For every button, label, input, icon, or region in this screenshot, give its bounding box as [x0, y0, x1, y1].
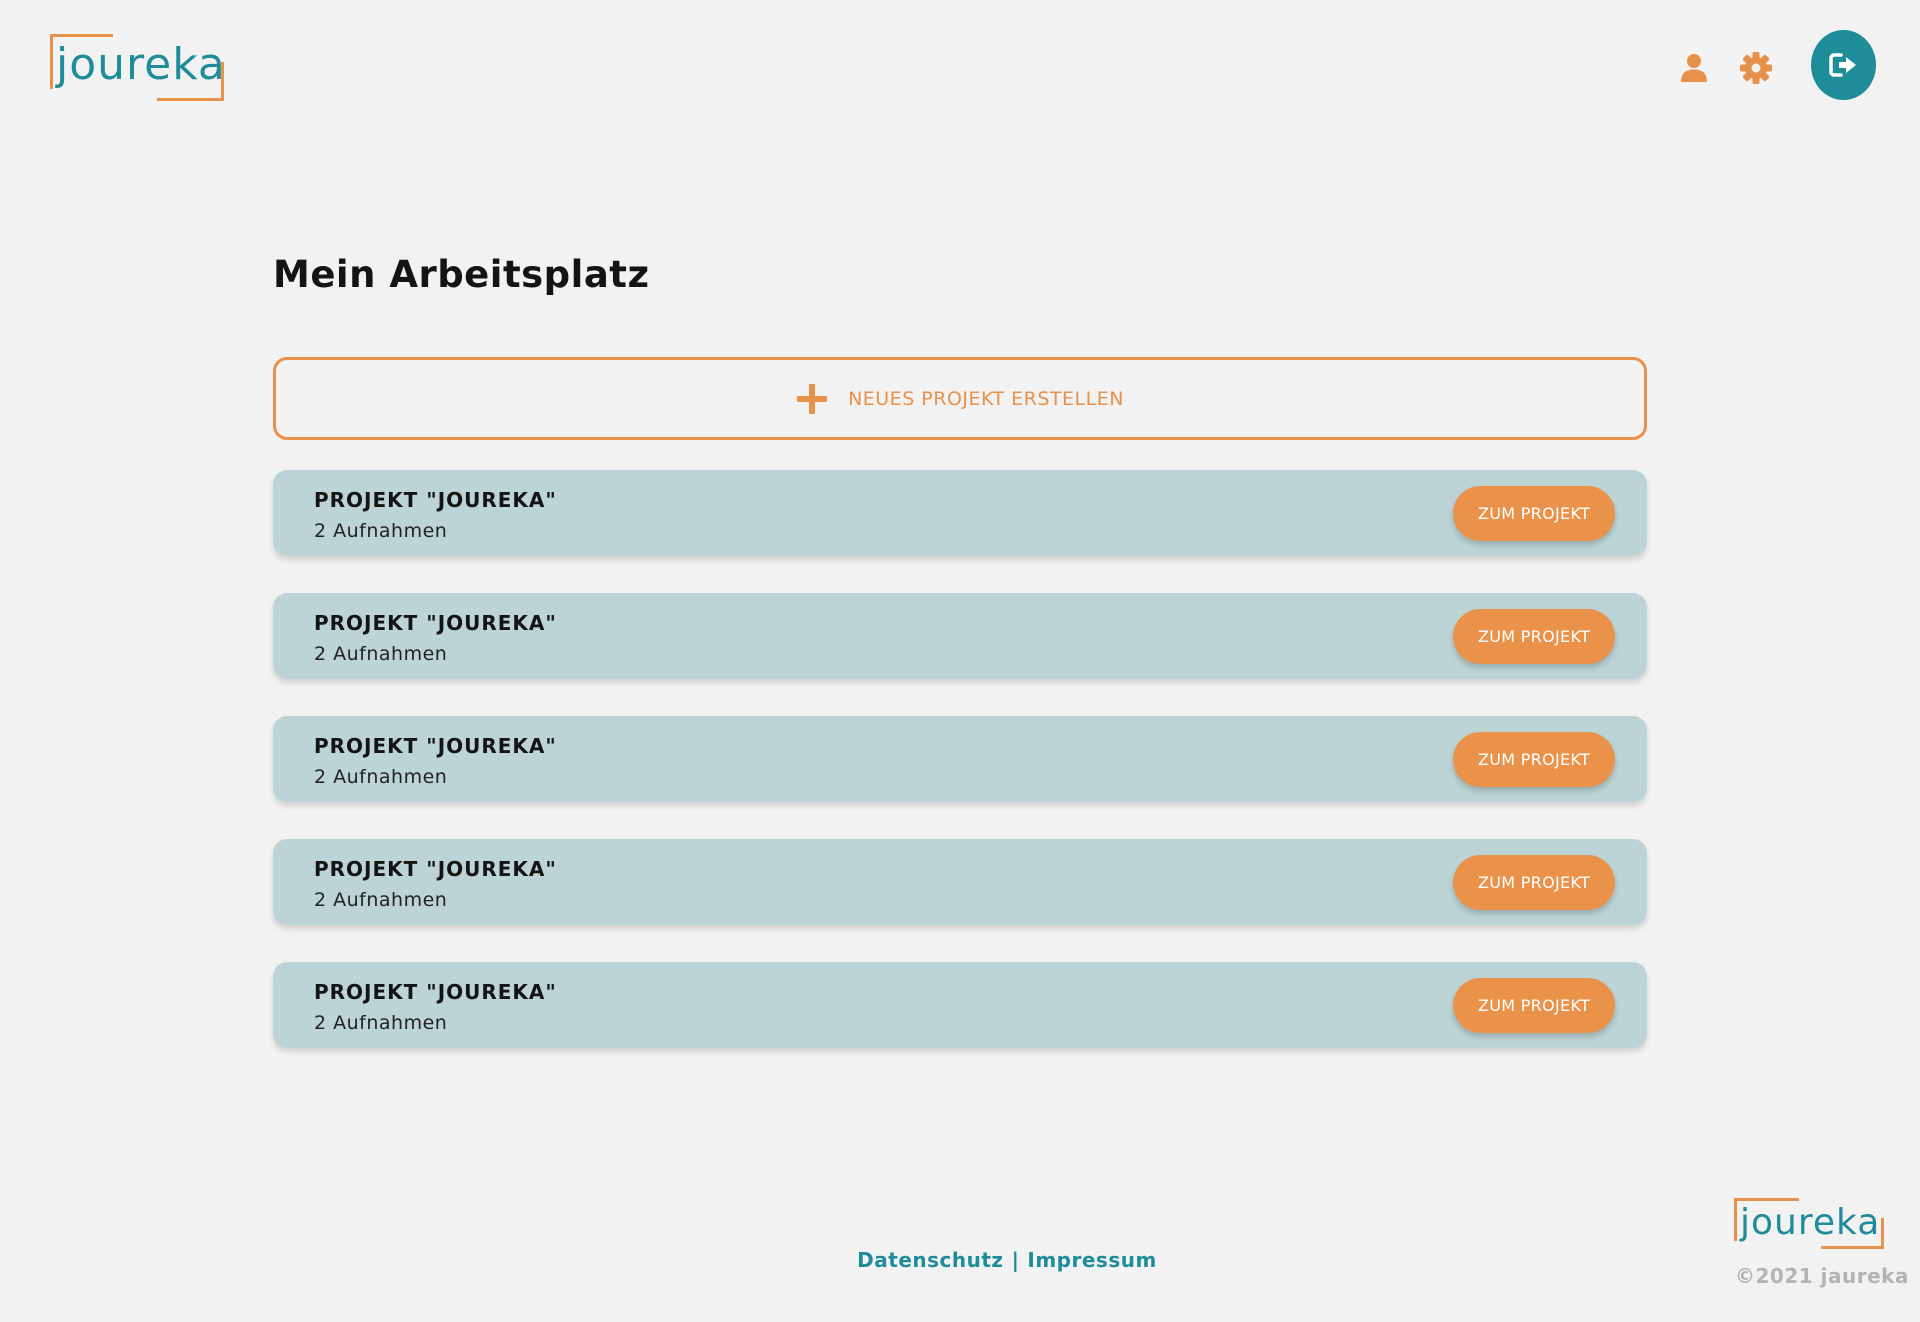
datenschutz-link[interactable]: Datenschutz: [857, 1248, 1003, 1272]
footer-logo: joureka: [1734, 1198, 1884, 1249]
project-card: PROJEKT "JOUREKA" 2 Aufnahmen ZUM PROJEK…: [273, 470, 1647, 556]
project-card: PROJEKT "JOUREKA" 2 Aufnahmen ZUM PROJEK…: [273, 716, 1647, 802]
zum-projekt-button[interactable]: ZUM PROJEKT: [1453, 486, 1615, 541]
impressum-link[interactable]: Impressum: [1027, 1248, 1156, 1272]
project-recording-count: 2 Aufnahmen: [314, 1012, 448, 1034]
plus-icon: [796, 383, 828, 415]
project-recording-count: 2 Aufnahmen: [314, 520, 448, 542]
zum-projekt-button[interactable]: ZUM PROJEKT: [1453, 978, 1615, 1033]
footer-logo-text: joureka: [1740, 1202, 1881, 1243]
page-title: Mein Arbeitsplatz: [273, 253, 650, 296]
footer-links: Datenschutz | Impressum: [0, 1245, 1920, 1275]
logo[interactable]: joureka: [50, 34, 226, 101]
logout-icon: [1828, 53, 1856, 77]
project-recording-count: 2 Aufnahmen: [314, 643, 448, 665]
user-icon-glyph: [1681, 54, 1707, 82]
zum-projekt-button[interactable]: ZUM PROJEKT: [1453, 732, 1615, 787]
project-name: PROJEKT "JOUREKA": [314, 734, 557, 758]
project-card: PROJEKT "JOUREKA" 2 Aufnahmen ZUM PROJEK…: [273, 962, 1647, 1048]
copyright: ©2021 jaureka: [1735, 1264, 1909, 1288]
project-name: PROJEKT "JOUREKA": [314, 488, 557, 512]
zum-projekt-button[interactable]: ZUM PROJEKT: [1453, 609, 1615, 664]
user-icon[interactable]: [1676, 50, 1712, 86]
gear-icon-glyph: [1740, 52, 1772, 84]
new-project-button[interactable]: NEUES PROJEKT ERSTELLEN: [273, 357, 1647, 440]
zum-projekt-button[interactable]: ZUM PROJEKT: [1453, 855, 1615, 910]
project-recording-count: 2 Aufnahmen: [314, 889, 448, 911]
project-card: PROJEKT "JOUREKA" 2 Aufnahmen ZUM PROJEK…: [273, 593, 1647, 679]
project-name: PROJEKT "JOUREKA": [314, 980, 557, 1004]
footer-separator: |: [1011, 1248, 1020, 1272]
gear-icon[interactable]: [1736, 48, 1776, 88]
logout-button[interactable]: [1811, 30, 1876, 100]
new-project-label: NEUES PROJEKT ERSTELLEN: [848, 387, 1124, 410]
project-card: PROJEKT "JOUREKA" 2 Aufnahmen ZUM PROJEK…: [273, 839, 1647, 925]
project-name: PROJEKT "JOUREKA": [314, 857, 557, 881]
project-recording-count: 2 Aufnahmen: [314, 766, 448, 788]
project-name: PROJEKT "JOUREKA": [314, 611, 557, 635]
logo-text: joureka: [56, 39, 226, 90]
project-list: PROJEKT "JOUREKA" 2 Aufnahmen ZUM PROJEK…: [273, 470, 1647, 1085]
